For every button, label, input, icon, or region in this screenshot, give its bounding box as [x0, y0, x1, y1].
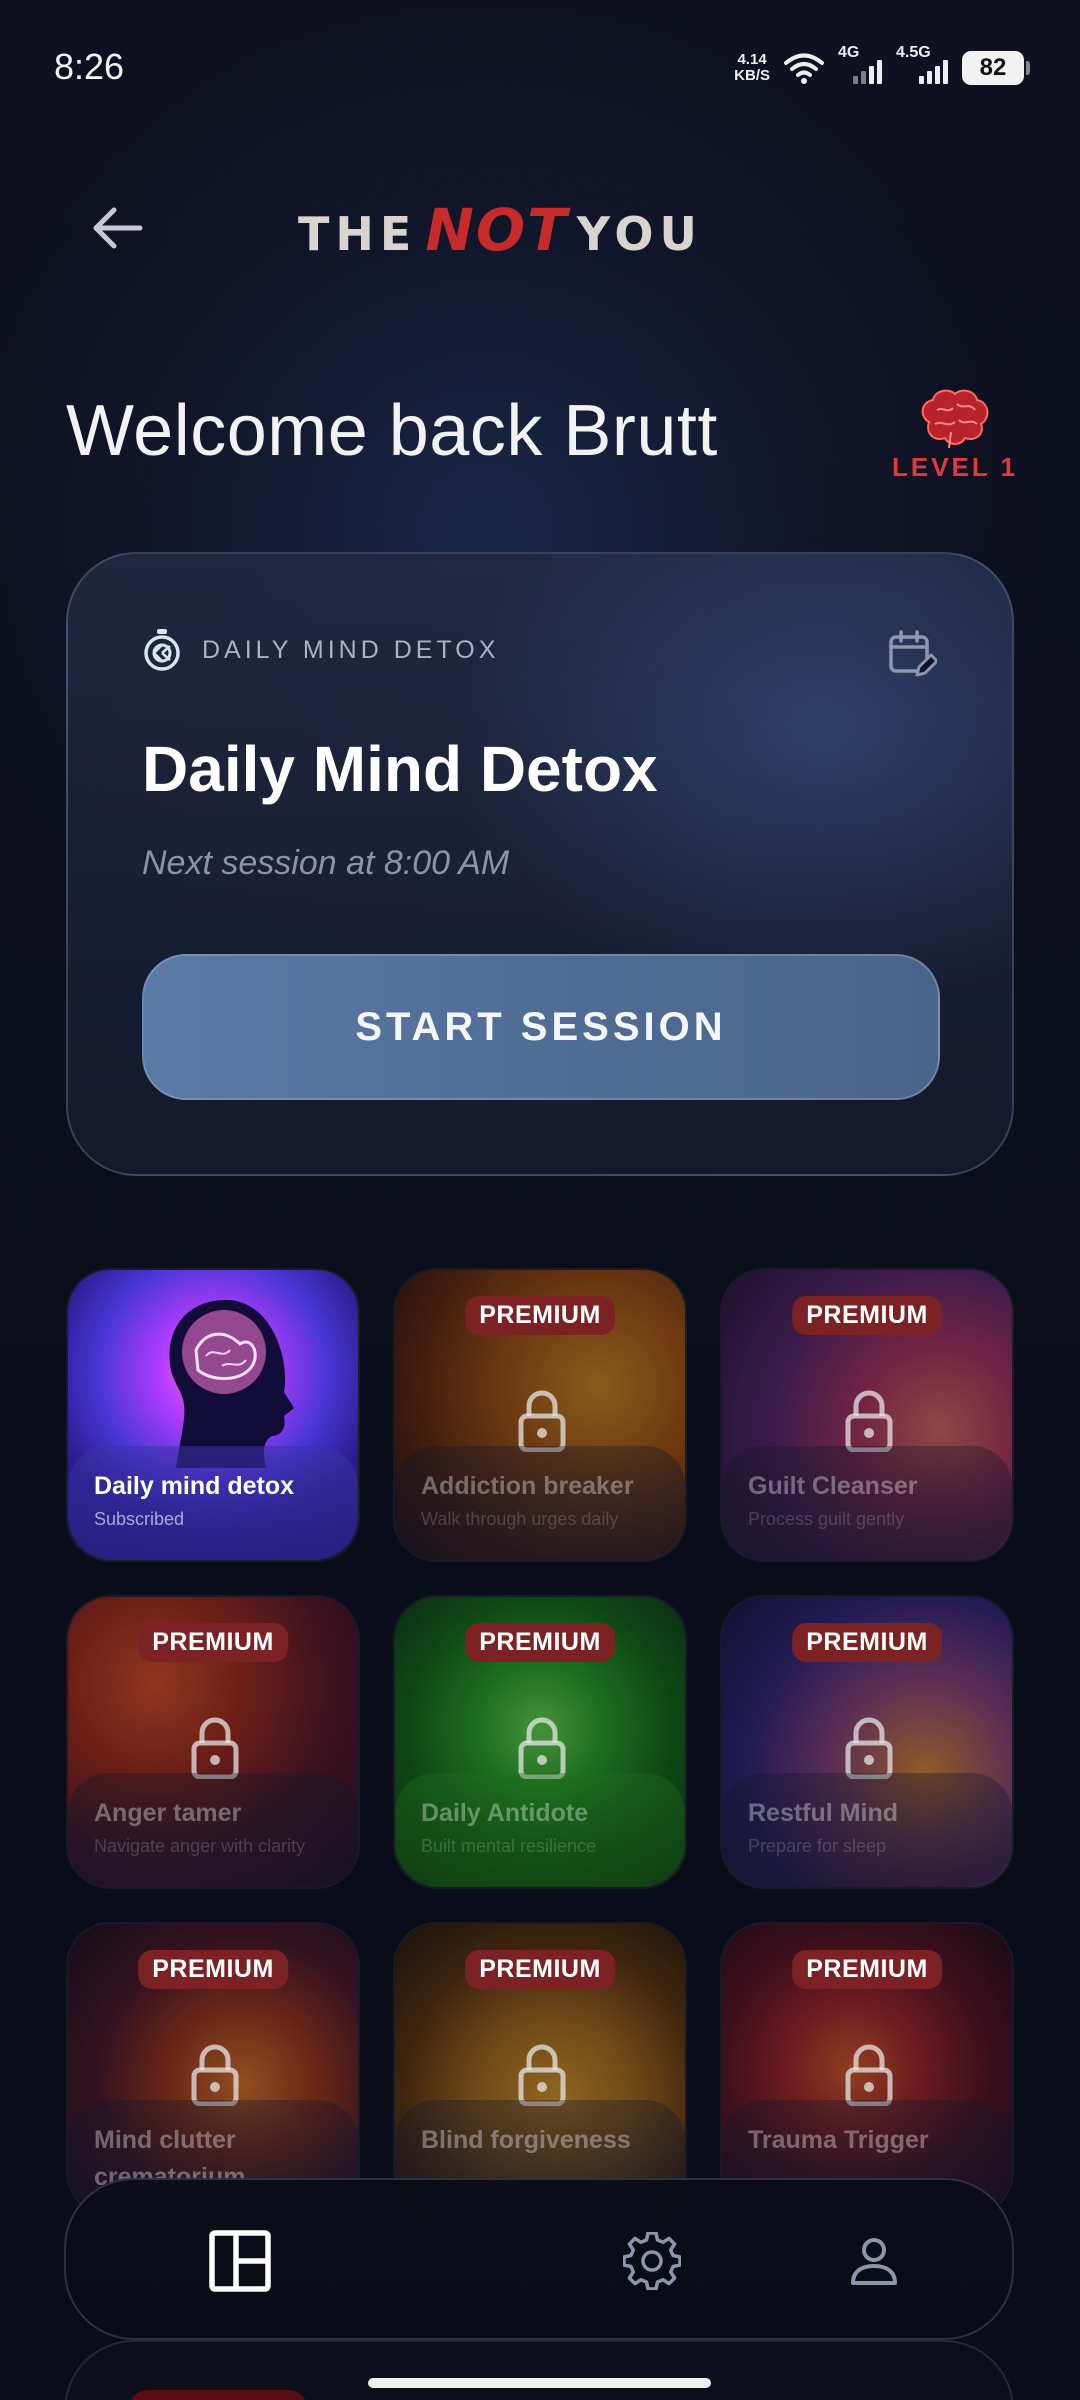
network-speed-value: 4.14: [737, 51, 767, 68]
program-subtitle: Subscribed: [94, 1509, 185, 1529]
program-title: Addiction breaker: [421, 1472, 634, 1500]
level-text: LEVEL 1: [891, 452, 1018, 482]
program-title: Daily mind detox: [94, 1472, 295, 1500]
premium-badge: PREMIUM: [792, 1296, 942, 1335]
network-speed-unit: KB/S: [734, 67, 770, 84]
lock-icon: [191, 2044, 239, 2106]
program-tile-anger-tamer[interactable]: PREMIUM Anger tamer Navigate anger with …: [66, 1595, 360, 1889]
status-bar: 8:26 4.14 KB/S 4G 4.5G 82: [0, 0, 1080, 140]
signal-45g-icon: 4.5G: [896, 44, 948, 88]
program-tile-restful-mind[interactable]: PREMIUM Restful Mind Prepare for sleep: [720, 1595, 1014, 1889]
nav-home[interactable]: [200, 2221, 280, 2301]
schedule-button[interactable]: [882, 624, 942, 684]
logo-not: NOT: [425, 196, 569, 264]
lock-icon: [518, 1390, 566, 1452]
premium-badge: PREMIUM: [465, 1950, 615, 1989]
next-section-card: [64, 2340, 1014, 2400]
program-artwork: [128, 2390, 308, 2400]
gear-icon: [623, 2232, 681, 2290]
program-tile-trauma-trigger[interactable]: PREMIUM Trauma Trigger: [720, 1922, 1014, 2216]
session-next-time: Next session at 8:00 AM: [142, 844, 510, 882]
program-title: Restful Mind: [748, 1799, 898, 1827]
program-caption: Addiction breaker Walk through urges dai…: [395, 1446, 685, 1560]
program-subtitle: Walk through urges daily: [421, 1509, 619, 1529]
arrow-left-icon: [93, 207, 143, 249]
lock-icon: [191, 1717, 239, 1779]
premium-badge: PREMIUM: [138, 1623, 288, 1662]
nav-settings[interactable]: [612, 2221, 692, 2301]
premium-badge: PREMIUM: [792, 1623, 942, 1662]
program-caption: Guilt Cleanser Process guilt gently: [722, 1446, 1012, 1560]
app-logo: THE NOT YOU: [298, 196, 703, 264]
program-tile-blind-forgiveness[interactable]: PREMIUM Blind forgiveness: [393, 1922, 687, 2216]
wifi-icon: [784, 53, 824, 84]
calendar-edit-icon: [889, 630, 937, 677]
bottom-navigation: [64, 2178, 1014, 2340]
head-silhouette-icon: [169, 1300, 294, 1468]
premium-badge: PREMIUM: [138, 1950, 288, 1989]
brain-icon: [921, 389, 989, 449]
lock-icon: [518, 1717, 566, 1779]
program-caption: Daily mind detox Subscribed: [68, 1446, 358, 1560]
level-badge[interactable]: LEVEL 1: [890, 386, 1020, 483]
home-indicator[interactable]: [368, 2378, 711, 2388]
program-caption: Anger tamer Navigate anger with clarity: [68, 1773, 358, 1887]
session-kicker-text: DAILY MIND DETOX: [202, 635, 500, 664]
lock-icon: [518, 2044, 566, 2106]
program-tile-daily-antidote[interactable]: PREMIUM Daily Antidote Built mental resi…: [393, 1595, 687, 1889]
program-title: Guilt Cleanser: [748, 1472, 918, 1500]
signal-4g-icon: 4G: [838, 44, 882, 88]
premium-badge: PREMIUM: [465, 1623, 615, 1662]
logo-you: YOU: [576, 207, 703, 261]
status-icons: 4.14 KB/S 4G 4.5G 82: [734, 44, 1030, 88]
nav-profile[interactable]: [834, 2221, 914, 2301]
premium-badge: PREMIUM: [792, 1950, 942, 1989]
program-title: Anger tamer: [94, 1799, 242, 1827]
lock-icon: [845, 2044, 893, 2106]
status-time: 8:26: [54, 46, 125, 87]
program-subtitle: Navigate anger with clarity: [94, 1836, 306, 1856]
dashboard-icon: [209, 2230, 271, 2292]
lock-icon: [845, 1717, 893, 1779]
program-title: Daily Antidote: [421, 1799, 589, 1827]
lock-icon: [845, 1390, 893, 1452]
welcome-heading: Welcome back Brutt: [66, 391, 718, 471]
program-tile-guilt-cleanser[interactable]: PREMIUM Guilt Cleanser Process guilt gen…: [720, 1268, 1014, 1562]
program-caption: Daily Antidote Built mental resilience: [395, 1773, 685, 1887]
back-button[interactable]: [80, 192, 152, 264]
start-session-button[interactable]: START SESSION: [142, 954, 940, 1100]
battery-indicator: 82: [962, 51, 1030, 85]
program-title: Blind forgiveness: [421, 2126, 631, 2154]
program-tile-mind-clutter-crematorium[interactable]: PREMIUM Mind clutter crematorium: [66, 1922, 360, 2216]
program-caption: Restful Mind Prepare for sleep: [722, 1773, 1012, 1887]
network-speed: 4.14 KB/S: [734, 52, 770, 84]
program-tile-daily-mind-detox[interactable]: Daily mind detox Subscribed: [66, 1268, 360, 1562]
premium-badge: PREMIUM: [465, 1296, 615, 1335]
session-kicker: DAILY MIND DETOX: [142, 628, 499, 672]
session-card: DAILY MIND DETOX Daily Mind Detox Next s…: [66, 552, 1014, 1176]
program-subtitle: Built mental resilience: [421, 1836, 597, 1856]
person-icon: [851, 2238, 897, 2285]
logo-the: THE: [298, 207, 418, 261]
program-subtitle: Prepare for sleep: [748, 1836, 887, 1856]
stopwatch-icon: [144, 629, 180, 671]
program-title: Trauma Trigger: [748, 2126, 929, 2154]
program-tile-addiction-breaker[interactable]: PREMIUM Addiction breaker Walk through u…: [393, 1268, 687, 1562]
program-subtitle: Process guilt gently: [748, 1509, 905, 1529]
session-title: Daily Mind Detox: [142, 733, 658, 805]
